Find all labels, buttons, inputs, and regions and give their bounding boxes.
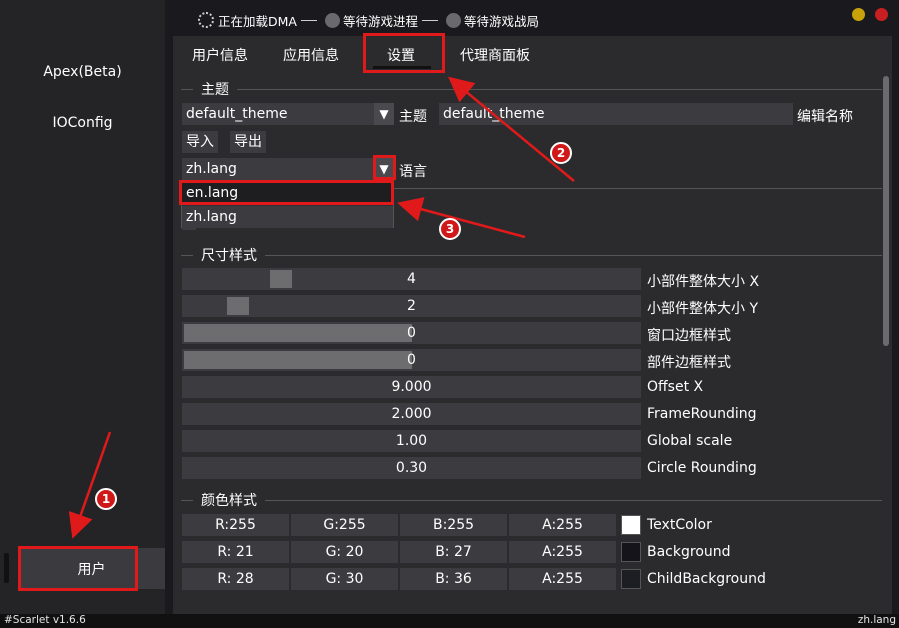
highlight-user [18, 546, 138, 591]
size-slider[interactable]: 1.00 [182, 430, 641, 452]
color-channel-g[interactable]: G:255 [291, 514, 398, 536]
slider-value: 4 [407, 271, 416, 287]
slider-label: 部件边框样式 [647, 355, 731, 371]
color-label: TextColor [647, 517, 712, 533]
tab-agent-panel[interactable]: 代理商面板 [460, 45, 530, 65]
import-button[interactable]: 导入 [182, 131, 218, 153]
theme-select[interactable]: default_theme [182, 103, 374, 125]
status-step-match: 等待游戏战局 [463, 13, 539, 29]
slider-label: Global scale [647, 433, 733, 449]
annotation-badge-2: 2 [550, 142, 572, 164]
sidebar-user-indicator [4, 553, 9, 583]
color-channel-b[interactable]: B: 36 [400, 568, 507, 590]
size-slider[interactable]: 0 [182, 349, 641, 371]
close-button[interactable] [875, 8, 888, 21]
slider-label: 窗口边框样式 [647, 328, 731, 344]
color-channel-g[interactable]: G: 20 [291, 541, 398, 563]
slider-label: Offset X [647, 379, 704, 395]
color-channel-r[interactable]: R: 21 [182, 541, 289, 563]
language-label: 语言 [399, 164, 427, 180]
slider-value: 0.30 [395, 460, 428, 476]
highlight-language-arrow [373, 155, 396, 180]
section-size-style: 尺寸样式 [181, 245, 882, 265]
size-slider[interactable]: 0.30 [182, 457, 641, 479]
color-channel-a[interactable]: A:255 [509, 514, 616, 536]
slider-label: 小部件整体大小 X [647, 274, 760, 290]
color-channel-b[interactable]: B:255 [400, 514, 507, 536]
slider-label: FrameRounding [647, 406, 757, 422]
size-slider[interactable]: 2.000 [182, 403, 641, 425]
color-channel-b[interactable]: B: 27 [400, 541, 507, 563]
annotation-badge-1: 1 [95, 488, 117, 510]
size-slider[interactable]: 4 [182, 268, 641, 290]
section-theme-title: 主题 [201, 82, 229, 98]
color-swatch[interactable] [621, 542, 641, 562]
theme-dropdown-arrow-icon[interactable]: ▼ [374, 103, 394, 125]
slider-value: 0 [407, 325, 416, 341]
annotation-badge-3: 3 [439, 218, 461, 240]
color-channel-r[interactable]: R: 28 [182, 568, 289, 590]
highlight-en-lang [179, 180, 394, 205]
footer-bar: #Scarlet v1.6.6 zh.lang [0, 614, 899, 628]
slider-label: Circle Rounding [647, 460, 757, 476]
color-channel-r[interactable]: R:255 [182, 514, 289, 536]
size-slider[interactable]: 2 [182, 295, 641, 317]
color-swatch[interactable] [621, 569, 641, 589]
connection-status: 正在加载DMA 等待游戏进程 等待游戏战局 [198, 10, 539, 30]
color-label: ChildBackground [647, 571, 766, 587]
status-separator [300, 19, 317, 21]
slider-value: 0 [407, 352, 416, 368]
minimize-button[interactable] [852, 8, 865, 21]
color-channel-a[interactable]: A:255 [509, 568, 616, 590]
status-dot-icon [324, 12, 340, 28]
sidebar: Apex(Beta) IOConfig 用户 [0, 0, 165, 614]
tab-user-info[interactable]: 用户信息 [192, 45, 248, 65]
theme-name-input[interactable]: default_theme [439, 103, 793, 125]
slider-value: 9.000 [391, 379, 432, 395]
loading-spinner-icon [198, 12, 214, 28]
status-step-process: 等待游戏进程 [342, 13, 418, 29]
section-color-style: 颜色样式 [181, 490, 882, 510]
status-dot-icon [445, 12, 461, 28]
slider-value: 1.00 [395, 433, 428, 449]
sidebar-item-ioconfig[interactable]: IOConfig [0, 115, 165, 131]
color-swatch[interactable] [621, 515, 641, 535]
section-size-style-title: 尺寸样式 [201, 248, 257, 264]
export-button[interactable]: 导出 [230, 131, 266, 153]
slider-label: 小部件整体大小 Y [647, 301, 759, 317]
current-language: zh.lang [857, 614, 896, 626]
version-label: #Scarlet v1.6.6 [4, 614, 86, 626]
section-theme: 主题 [181, 79, 882, 99]
status-step-dma: 正在加载DMA [218, 13, 297, 29]
color-label: Background [647, 544, 731, 560]
slider-value: 2.000 [391, 406, 432, 422]
color-channel-a[interactable]: A:255 [509, 541, 616, 563]
highlight-settings-tab [363, 33, 445, 73]
tab-app-info[interactable]: 应用信息 [283, 45, 339, 65]
size-slider[interactable]: 9.000 [182, 376, 641, 398]
sidebar-item-apex[interactable]: Apex(Beta) [0, 64, 165, 80]
size-slider[interactable]: 0 [182, 322, 641, 344]
language-option-zh[interactable]: zh.lang [182, 206, 393, 228]
edit-name-label: 编辑名称 [797, 109, 853, 125]
tab-bar: 用户信息 应用信息 设置 代理商面板 [173, 36, 892, 72]
language-select[interactable]: zh.lang [182, 158, 374, 180]
color-channel-g[interactable]: G: 30 [291, 568, 398, 590]
theme-label: 主题 [399, 109, 427, 125]
main-panel: 用户信息 应用信息 设置 代理商面板 主题 default_theme ▼ 主题… [173, 36, 892, 614]
slider-value: 2 [407, 298, 416, 314]
status-separator [421, 19, 438, 21]
scrollbar[interactable] [883, 76, 889, 346]
section-color-style-title: 颜色样式 [201, 493, 257, 509]
